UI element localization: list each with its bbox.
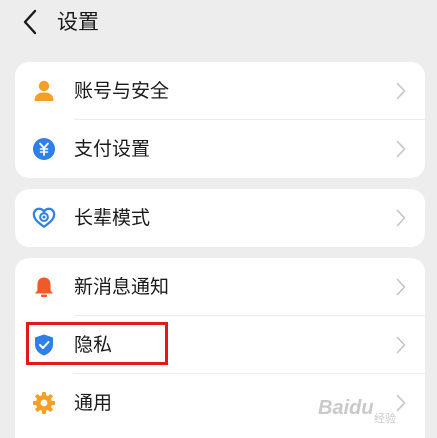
person-icon [32,79,56,103]
settings-item-account-security[interactable]: 账号与安全 [15,62,425,120]
gear-icon [32,391,56,415]
chevron-right-icon [395,139,407,159]
chevron-right-icon [395,81,407,101]
chevron-left-icon [23,9,37,35]
heart-care-icon [32,206,56,230]
bell-icon [32,275,56,299]
page-title: 设置 [57,10,99,34]
settings-group-elder: 长辈模式 [15,189,425,247]
watermark-sub: 经验 [374,412,396,425]
settings-item-notifications[interactable]: 新消息通知 [15,258,425,316]
settings-item-payment[interactable]: 支付设置 [15,120,425,178]
watermark: Baidu 经验 [318,388,428,428]
chevron-right-icon [395,335,407,355]
settings-item-label: 支付设置 [74,138,151,160]
settings-item-label: 长辈模式 [74,207,151,229]
payment-icon [32,137,56,161]
settings-item-elder-mode[interactable]: 长辈模式 [15,189,425,247]
settings-item-label: 账号与安全 [74,80,170,102]
highlight-annotation [26,322,168,365]
settings-group-account: 账号与安全 支付设置 [15,62,425,178]
settings-item-label: 新消息通知 [74,276,170,298]
watermark-logo: Baidu [318,396,374,419]
chevron-right-icon [395,277,407,297]
settings-item-label: 通用 [74,392,113,414]
back-button[interactable] [16,8,44,36]
chevron-right-icon [395,208,407,228]
top-bar: 设置 [0,0,437,48]
